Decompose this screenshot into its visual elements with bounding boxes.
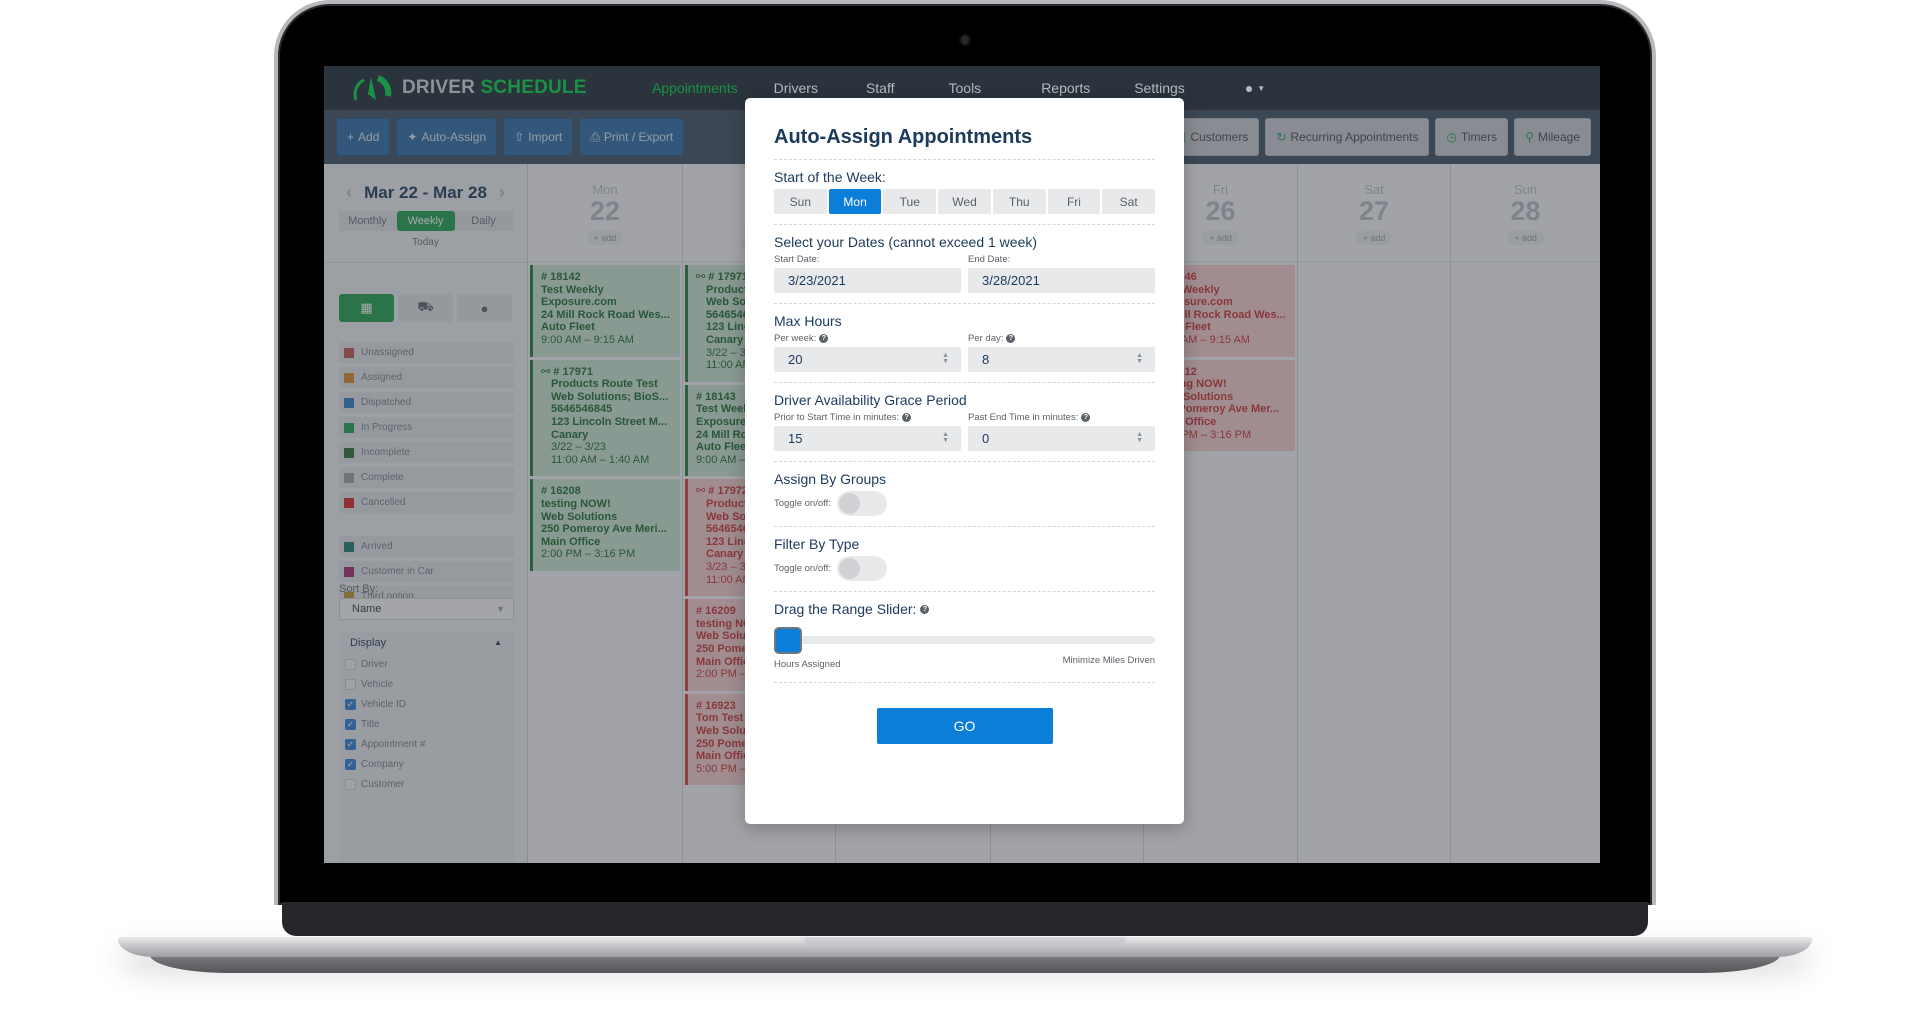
- prior-start-input[interactable]: 15 ▲ ▼: [774, 426, 961, 451]
- per-week-label: Per week:: [774, 333, 817, 344]
- laptop-chin: [282, 902, 1648, 936]
- start-date-label: Start Date:: [774, 254, 820, 265]
- filter-toggle-label: Toggle on/off:: [774, 563, 831, 574]
- divider: [774, 591, 1155, 592]
- per-week-input[interactable]: 20 ▲ ▼: [774, 347, 961, 372]
- week-start-fri[interactable]: Fri: [1047, 189, 1101, 214]
- spinner-icon[interactable]: ▲ ▼: [942, 431, 949, 444]
- divider: [774, 303, 1155, 304]
- per-day-input[interactable]: 8 ▲ ▼: [968, 347, 1155, 372]
- week-start-thu[interactable]: Thu: [992, 189, 1046, 214]
- auto-assign-modal: Auto-Assign Appointments Start of the We…: [745, 98, 1184, 824]
- modal-title: Auto-Assign Appointments: [774, 126, 1033, 148]
- per-week-value: 20: [788, 352, 803, 367]
- grace-period-label: Driver Availability Grace Period: [774, 392, 967, 408]
- help-icon[interactable]: ?: [1006, 334, 1016, 343]
- dates-label: Select your Dates (cannot exceed 1 week): [774, 234, 1038, 250]
- slider-right-label: Minimize Miles Driven: [1062, 655, 1155, 666]
- laptop-base-bottom: [150, 955, 1780, 973]
- divider: [774, 461, 1155, 462]
- week-start-wed[interactable]: Wed: [938, 189, 991, 214]
- divider: [774, 159, 1155, 160]
- toggle-knob: [838, 558, 860, 579]
- help-icon[interactable]: ?: [920, 604, 930, 614]
- range-slider-label: Drag the Range Slider:: [774, 601, 917, 617]
- week-start-tue[interactable]: Tue: [883, 189, 937, 214]
- assign-by-groups-toggle[interactable]: [836, 491, 887, 516]
- filter-by-type-toggle[interactable]: [836, 556, 887, 581]
- spinner-icon[interactable]: ▲ ▼: [1136, 431, 1143, 444]
- start-date-input[interactable]: 3/23/2021: [774, 268, 961, 293]
- slider-left-label: Hours Assigned: [774, 659, 841, 670]
- go-button[interactable]: GO: [876, 708, 1053, 744]
- week-start-sun[interactable]: Sun: [774, 189, 827, 214]
- range-slider[interactable]: [774, 625, 1155, 655]
- spinner-icon[interactable]: ▲ ▼: [1136, 352, 1143, 365]
- app-screen: DRIVER SCHEDULE Appointments Drivers Sta…: [324, 66, 1600, 863]
- week-start-sat[interactable]: Sat: [1102, 189, 1156, 214]
- week-start-label: Start of the Week:: [774, 169, 886, 185]
- per-day-label: Per day:: [968, 333, 1004, 344]
- divider: [774, 224, 1155, 225]
- slider-thumb[interactable]: [774, 627, 802, 654]
- divider: [774, 682, 1155, 683]
- filter-by-type-label: Filter By Type: [774, 536, 860, 552]
- laptop-hinge-notch: [804, 937, 1126, 949]
- slider-track[interactable]: [774, 636, 1155, 644]
- week-start-selector: Sun Mon Tue Wed Thu Fri Sat: [774, 189, 1156, 214]
- groups-toggle-label: Toggle on/off:: [774, 498, 831, 509]
- divider: [774, 526, 1155, 527]
- spinner-icon[interactable]: ▲ ▼: [942, 352, 949, 365]
- help-icon[interactable]: ?: [819, 334, 829, 343]
- past-end-value: 0: [982, 431, 990, 446]
- past-end-input[interactable]: 0 ▲ ▼: [968, 426, 1155, 451]
- end-date-label: End Date:: [968, 254, 1011, 265]
- camera-icon: [961, 36, 969, 44]
- toggle-knob: [838, 493, 860, 514]
- prior-start-value: 15: [788, 431, 803, 446]
- past-end-label: Past End Time in minutes:: [968, 412, 1079, 423]
- help-icon[interactable]: ?: [1081, 413, 1091, 422]
- max-hours-label: Max Hours: [774, 313, 842, 329]
- divider: [774, 382, 1155, 383]
- help-icon[interactable]: ?: [902, 413, 912, 422]
- week-start-mon[interactable]: Mon: [828, 189, 882, 214]
- per-day-value: 8: [982, 352, 990, 367]
- prior-start-label: Prior to Start Time in minutes:: [774, 412, 900, 423]
- assign-by-groups-label: Assign By Groups: [774, 471, 887, 487]
- end-date-input[interactable]: 3/28/2021: [968, 268, 1155, 293]
